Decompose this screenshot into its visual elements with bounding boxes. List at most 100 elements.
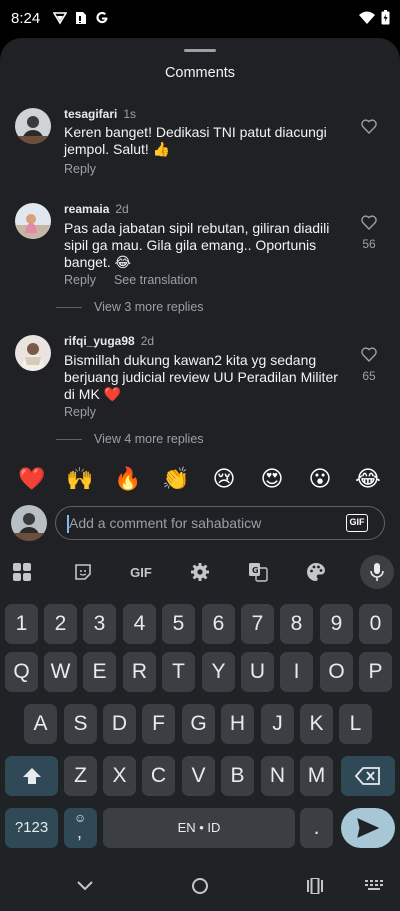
- key-5[interactable]: 5: [162, 604, 195, 644]
- key-s[interactable]: S: [64, 704, 97, 744]
- drag-handle[interactable]: [184, 49, 216, 52]
- backspace-icon: [354, 764, 381, 787]
- key-9[interactable]: 9: [320, 604, 353, 644]
- wifi-icon: [359, 11, 375, 30]
- reaction-tears-of-joy[interactable]: 😂: [350, 466, 386, 492]
- recents-icon[interactable]: [304, 875, 326, 897]
- key-q[interactable]: Q: [5, 652, 38, 692]
- key-f[interactable]: F: [142, 704, 175, 744]
- key-3[interactable]: 3: [83, 604, 116, 644]
- key-l[interactable]: L: [339, 704, 372, 744]
- key-1[interactable]: 1: [5, 604, 38, 644]
- comment-input-row: GIF: [0, 500, 400, 550]
- reaction-fire[interactable]: 🔥: [110, 466, 146, 492]
- palette-icon[interactable]: [305, 558, 327, 586]
- space-key[interactable]: EN • ID: [103, 808, 295, 848]
- key-j[interactable]: J: [261, 704, 294, 744]
- key-a[interactable]: A: [24, 704, 57, 744]
- backspace-key[interactable]: [341, 756, 395, 796]
- comment-username[interactable]: rifqi_yuga98 2d: [64, 334, 154, 348]
- comment-time: 2d: [140, 334, 155, 348]
- key-m[interactable]: M: [300, 756, 333, 796]
- view-more-replies[interactable]: View 3 more replies: [56, 300, 204, 314]
- reaction-surprised-face[interactable]: 😮: [302, 466, 338, 492]
- avatar[interactable]: [15, 203, 51, 239]
- vpn-icon: [52, 11, 68, 30]
- key-e[interactable]: E: [83, 652, 116, 692]
- reaction-raised-hands[interactable]: 🙌: [62, 466, 98, 492]
- comma-label: ,: [77, 822, 83, 842]
- mic-icon[interactable]: [360, 555, 394, 589]
- apps-grid-icon[interactable]: [11, 558, 33, 586]
- key-w[interactable]: W: [44, 652, 77, 692]
- key-7[interactable]: 7: [241, 604, 274, 644]
- keyboard-switch-icon[interactable]: [362, 875, 386, 897]
- key-d[interactable]: D: [103, 704, 136, 744]
- send-icon: [357, 816, 380, 839]
- current-user-avatar: [11, 505, 47, 541]
- key-2[interactable]: 2: [44, 604, 77, 644]
- send-key[interactable]: [341, 808, 395, 848]
- navigation-bar: [0, 861, 400, 911]
- reaction-clapping-hands[interactable]: 👏: [158, 466, 194, 492]
- avatar[interactable]: [15, 335, 51, 371]
- settings-icon[interactable]: [189, 558, 211, 586]
- key-8[interactable]: 8: [280, 604, 313, 644]
- symbols-key[interactable]: ?123: [5, 808, 58, 848]
- back-chevron-icon[interactable]: [74, 875, 96, 897]
- comment-text: Keren banget! Dedikasi TNI patut diacung…: [64, 124, 327, 157]
- reaction-red-heart[interactable]: ❤️: [14, 466, 50, 492]
- comment-text: Bismillah dukung kawan2 kita yg sedang b…: [64, 352, 338, 402]
- key-t[interactable]: T: [162, 652, 195, 692]
- view-more-replies[interactable]: View 4 more replies: [56, 432, 204, 446]
- reply-button[interactable]: Reply: [64, 405, 96, 419]
- shift-key[interactable]: [5, 756, 58, 796]
- key-u[interactable]: U: [241, 652, 274, 692]
- comment-actions: Reply See translation: [64, 273, 197, 287]
- translate-icon[interactable]: G: [247, 558, 269, 586]
- shift-icon: [22, 764, 42, 787]
- emoji-comma-key[interactable]: ☺ ,: [64, 808, 97, 848]
- key-o[interactable]: O: [320, 652, 353, 692]
- gif-button[interactable]: GIF: [346, 514, 368, 532]
- reaction-heart-eyes[interactable]: 😍: [254, 466, 290, 492]
- key-k[interactable]: K: [300, 704, 333, 744]
- reply-button[interactable]: Reply: [64, 162, 96, 176]
- key-r[interactable]: R: [123, 652, 156, 692]
- comment-input[interactable]: [69, 507, 334, 539]
- key-i[interactable]: I: [280, 652, 313, 692]
- comment-input-box[interactable]: GIF: [55, 506, 385, 540]
- avatar[interactable]: [15, 108, 51, 144]
- key-g[interactable]: G: [182, 704, 215, 744]
- key-v[interactable]: V: [182, 756, 215, 796]
- battery-icon: [381, 10, 390, 30]
- key-p[interactable]: P: [359, 652, 392, 692]
- see-translation-button[interactable]: See translation: [114, 273, 197, 287]
- key-6[interactable]: 6: [202, 604, 235, 644]
- home-circle-icon[interactable]: [189, 875, 211, 897]
- key-z[interactable]: Z: [64, 756, 97, 796]
- key-n[interactable]: N: [261, 756, 294, 796]
- gif-icon[interactable]: GIF: [124, 558, 158, 586]
- comment-time: 2d: [115, 202, 129, 216]
- like-button[interactable]: 65: [357, 347, 381, 383]
- key-y[interactable]: Y: [202, 652, 235, 692]
- status-right-icons: [359, 10, 390, 30]
- key-x[interactable]: X: [103, 756, 136, 796]
- comment-username[interactable]: tesagifari 1s: [64, 107, 136, 121]
- comment-username[interactable]: reamaia 2d: [64, 202, 129, 216]
- key-4[interactable]: 4: [123, 604, 156, 644]
- keyboard-toolbar: GIF G: [0, 550, 400, 594]
- sticker-icon[interactable]: [72, 558, 94, 586]
- reaction-crying-face[interactable]: 😢: [206, 466, 242, 492]
- like-button[interactable]: [357, 119, 381, 139]
- sim-icon: [75, 11, 87, 30]
- key-c[interactable]: C: [142, 756, 175, 796]
- heart-icon: [361, 119, 377, 138]
- reply-button[interactable]: Reply: [64, 273, 96, 287]
- like-button[interactable]: 56: [357, 215, 381, 251]
- key-b[interactable]: B: [221, 756, 254, 796]
- period-key[interactable]: .: [300, 808, 333, 848]
- key-0[interactable]: 0: [359, 604, 392, 644]
- key-h[interactable]: H: [221, 704, 254, 744]
